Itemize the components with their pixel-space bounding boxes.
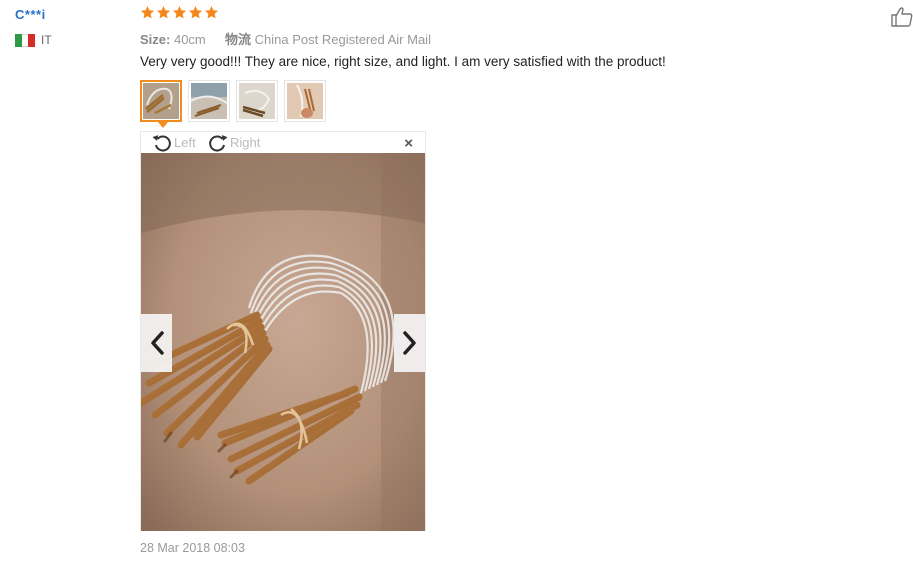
thumbnail-3[interactable] bbox=[236, 80, 278, 122]
image-viewer: Left Right × bbox=[140, 131, 426, 531]
star-icon bbox=[204, 5, 219, 19]
knitting-needles-photo bbox=[141, 153, 425, 531]
thumbnail-1[interactable] bbox=[140, 80, 182, 128]
review-text: Very very good!!! They are nice, right s… bbox=[140, 54, 666, 69]
review-meta: Size: 40cm 物流 China Post Registered Air … bbox=[140, 29, 431, 48]
rotate-right-label: Right bbox=[230, 135, 261, 150]
next-image-button[interactable] bbox=[394, 314, 425, 372]
thumbs-up-icon[interactable] bbox=[890, 6, 913, 28]
size-label: Size: bbox=[140, 32, 171, 47]
shipping-value: China Post Registered Air Mail bbox=[254, 32, 431, 47]
chevron-left-icon bbox=[150, 331, 164, 355]
star-rating bbox=[140, 5, 219, 20]
italy-flag-icon bbox=[15, 33, 36, 47]
viewer-toolbar: Left Right × bbox=[141, 132, 425, 153]
previous-image-button[interactable] bbox=[141, 314, 172, 372]
chevron-right-icon bbox=[402, 331, 416, 355]
close-icon[interactable]: × bbox=[404, 135, 413, 152]
thumbnail-4[interactable] bbox=[284, 80, 326, 122]
review-user-name[interactable]: C***i bbox=[15, 7, 46, 22]
thumbnail-image bbox=[239, 83, 275, 119]
thumbnail-image bbox=[143, 83, 179, 119]
review-photo bbox=[141, 153, 425, 531]
review-country: IT bbox=[15, 33, 52, 47]
rotate-right-icon bbox=[209, 135, 228, 152]
star-icon bbox=[188, 5, 203, 19]
star-icon bbox=[140, 5, 155, 19]
country-code: IT bbox=[41, 33, 52, 47]
thumbnail-strip bbox=[140, 80, 326, 128]
thumbnail-image bbox=[190, 83, 228, 119]
rotate-left-icon bbox=[152, 135, 171, 152]
review-date: 28 Mar 2018 08:03 bbox=[140, 541, 245, 555]
rotate-left-button[interactable]: Left bbox=[151, 132, 196, 153]
size-value: 40cm bbox=[173, 32, 206, 47]
thumbnail-2[interactable] bbox=[188, 80, 230, 122]
shipping-label: 物流 bbox=[225, 32, 252, 47]
rotate-right-button[interactable]: Right bbox=[207, 132, 260, 153]
thumbnail-image bbox=[287, 83, 323, 119]
star-icon bbox=[172, 5, 187, 19]
rotate-left-label: Left bbox=[174, 135, 196, 150]
star-icon bbox=[156, 5, 171, 19]
